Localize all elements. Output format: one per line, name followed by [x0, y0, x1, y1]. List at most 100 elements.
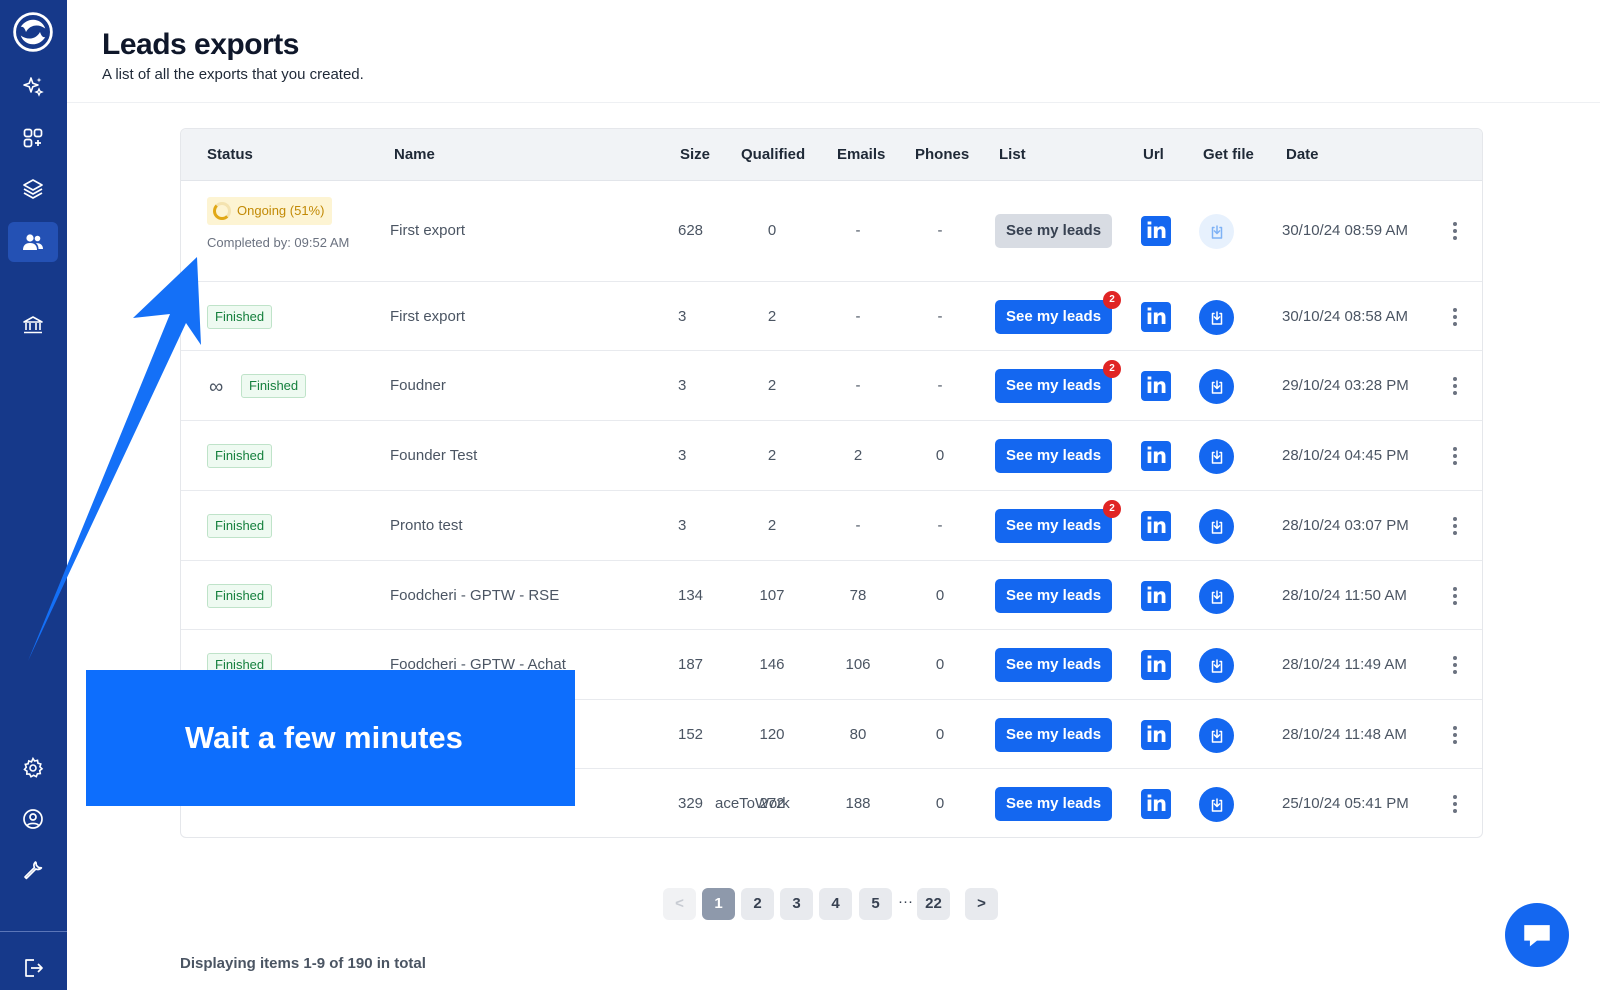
see-my-leads-button[interactable]: See my leads	[995, 369, 1112, 403]
row-menu-icon[interactable]	[1448, 724, 1462, 746]
status-badge-finished: Finished	[207, 444, 273, 468]
row-menu-icon[interactable]	[1448, 375, 1462, 397]
pagination-page-last[interactable]: 22	[917, 888, 950, 920]
table-row: Finished Pronto test 3 2- - See my leads 2 in 28…	[181, 491, 1482, 561]
linkedin-icon[interactable]: in	[1141, 789, 1171, 819]
row-menu-icon[interactable]	[1448, 585, 1462, 607]
emails-value: 188	[845, 795, 871, 812]
linkedin-icon[interactable]: in	[1141, 581, 1171, 611]
user-circle-icon[interactable]	[8, 799, 58, 839]
see-my-leads-button[interactable]: See my leads	[995, 648, 1112, 682]
row-menu-icon[interactable]	[1448, 654, 1462, 676]
see-my-leads-button[interactable]: See my leads	[995, 509, 1112, 543]
phones-value: -	[937, 308, 943, 325]
qualified-value: 107	[759, 587, 785, 604]
chat-button[interactable]	[1505, 903, 1569, 967]
download-icon[interactable]	[1199, 439, 1234, 474]
qualified-value: 2	[767, 308, 777, 325]
download-icon[interactable]	[1199, 787, 1234, 822]
logout-icon[interactable]	[8, 948, 58, 988]
export-name: Pronto test	[390, 517, 463, 534]
phones-value: -	[937, 377, 943, 394]
export-date: 29/10/24 03:28 PM	[1282, 377, 1409, 394]
pagination-next-button[interactable]: >	[965, 888, 998, 920]
layers-icon[interactable]	[8, 169, 58, 209]
emails-value: -	[855, 308, 861, 325]
users-icon[interactable]	[8, 222, 58, 262]
export-name: Founder Test	[390, 447, 478, 464]
export-name: Foodcheri - GPTW - RSE	[390, 587, 560, 604]
pagination-page-3[interactable]: 3	[780, 888, 813, 920]
status-badge-finished: Finished	[207, 584, 273, 608]
size-value: 187	[678, 656, 704, 673]
pagination-page-2[interactable]: 2	[741, 888, 774, 920]
phones-value: -	[937, 517, 943, 534]
see-my-leads-button[interactable]: See my leads	[995, 214, 1112, 248]
export-date: 30/10/24 08:58 AM	[1282, 308, 1408, 325]
export-name: Foudner	[390, 377, 446, 394]
size-value: 628	[678, 222, 704, 239]
export-date: 28/10/24 11:49 AM	[1282, 656, 1407, 673]
size-value: 329	[678, 795, 704, 812]
download-icon[interactable]	[1199, 369, 1234, 404]
wrench-icon[interactable]	[8, 850, 58, 890]
see-my-leads-button[interactable]: See my leads	[995, 439, 1112, 473]
phones-value: -	[937, 222, 943, 239]
download-icon[interactable]	[1199, 648, 1234, 683]
apps-add-icon[interactable]	[8, 118, 58, 158]
download-icon[interactable]	[1199, 718, 1234, 753]
qualified-value: 0	[767, 222, 777, 239]
status-badge-finished: Finished	[241, 374, 307, 398]
gear-icon[interactable]	[8, 748, 58, 788]
row-menu-icon[interactable]	[1448, 220, 1462, 242]
notification-badge: 2	[1103, 360, 1121, 378]
download-icon[interactable]	[1199, 509, 1234, 544]
emails-value: -	[855, 222, 861, 239]
emails-value: 80	[849, 726, 867, 743]
export-date: 28/10/24 11:50 AM	[1282, 587, 1407, 604]
linkedin-icon[interactable]: in	[1141, 511, 1171, 541]
sparkles-icon[interactable]	[8, 67, 58, 107]
export-name: First export	[390, 222, 466, 239]
see-my-leads-button[interactable]: See my leads	[995, 787, 1112, 821]
row-menu-icon[interactable]	[1448, 793, 1462, 815]
bank-icon[interactable]	[8, 305, 58, 345]
pagination-page-1[interactable]: 1	[702, 888, 735, 920]
table-row: Ongoing (51%) Completed by: 09:52 AM First…	[181, 181, 1482, 282]
status-badge-ongoing: Ongoing (51%)	[207, 197, 333, 225]
size-value: 152	[678, 726, 704, 743]
download-icon[interactable]	[1199, 214, 1234, 249]
linkedin-icon[interactable]: in	[1141, 371, 1171, 401]
row-menu-icon[interactable]	[1448, 445, 1462, 467]
download-icon[interactable]	[1199, 300, 1234, 335]
export-date: 30/10/24 08:59 AM	[1282, 222, 1408, 239]
qualified-value: 272	[759, 795, 785, 812]
download-icon[interactable]	[1199, 579, 1234, 614]
emails-value: 106	[845, 656, 871, 673]
column-header-url: Url	[1143, 146, 1164, 163]
qualified-value: 2	[767, 377, 777, 394]
see-my-leads-button[interactable]: See my leads	[995, 300, 1112, 334]
column-header-status: Status	[207, 146, 253, 163]
qualified-value: 146	[759, 656, 785, 673]
see-my-leads-button[interactable]: See my leads	[995, 718, 1112, 752]
see-my-leads-button[interactable]: See my leads	[995, 579, 1112, 613]
column-header-size: Size	[680, 146, 711, 163]
pagination-ellipsis: ···	[898, 893, 913, 910]
spinner-icon	[213, 202, 231, 220]
table-row: Finished Founder Test 3 2 2 0 See my leads in 28…	[181, 421, 1482, 491]
pagination-prev-button[interactable]: <	[663, 888, 696, 920]
linkedin-icon[interactable]: in	[1141, 216, 1171, 246]
logo-icon[interactable]	[8, 12, 58, 52]
linkedin-icon[interactable]: in	[1141, 302, 1171, 332]
page-subtitle: A list of all the exports that you creat…	[102, 66, 364, 83]
pagination-page-4[interactable]: 4	[819, 888, 852, 920]
column-header-name: Name	[394, 146, 435, 163]
linkedin-icon[interactable]: in	[1141, 650, 1171, 680]
size-value: 3	[678, 308, 687, 325]
row-menu-icon[interactable]	[1448, 515, 1462, 537]
row-menu-icon[interactable]	[1448, 306, 1462, 328]
linkedin-icon[interactable]: in	[1141, 720, 1171, 750]
linkedin-icon[interactable]: in	[1141, 441, 1171, 471]
pagination-page-5[interactable]: 5	[859, 888, 892, 920]
